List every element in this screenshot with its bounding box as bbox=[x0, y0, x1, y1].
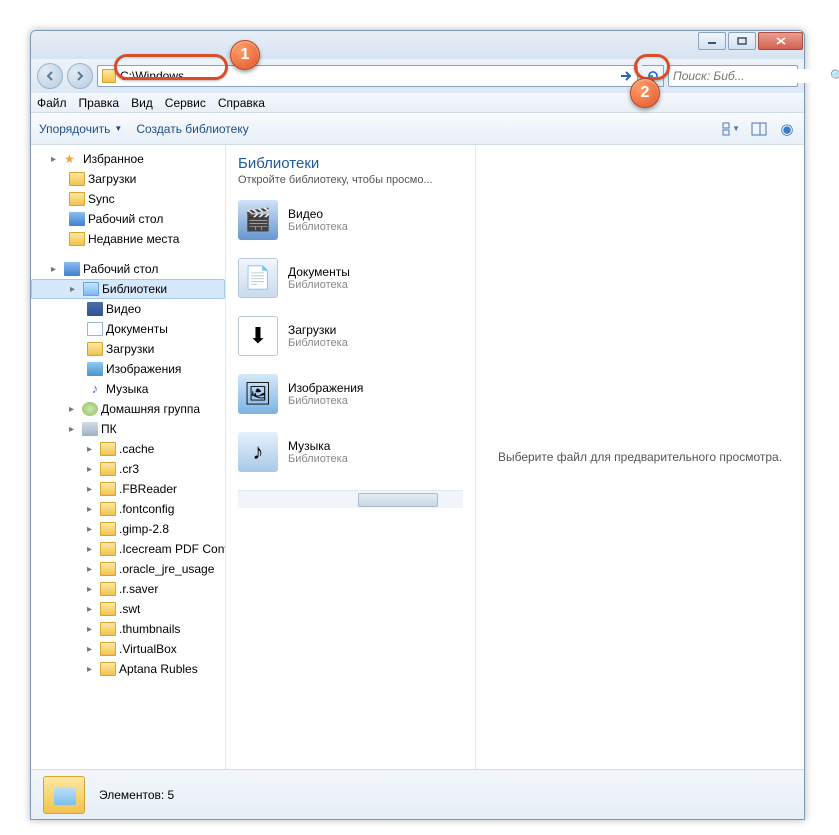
library-type: Библиотека bbox=[288, 221, 348, 233]
library-type: Библиотека bbox=[288, 453, 348, 465]
tree-folder[interactable]: ▸.FBReader bbox=[31, 479, 225, 499]
address-bar[interactable] bbox=[97, 65, 638, 87]
preview-pane: Выберите файл для предварительного просм… bbox=[476, 145, 804, 769]
library-item[interactable]: 🖼 ИзображенияБиблиотека bbox=[238, 374, 463, 414]
tree-desktop-root[interactable]: ▸Рабочий стол bbox=[31, 259, 225, 279]
tree-sync[interactable]: Sync bbox=[31, 189, 225, 209]
nav-row: 🔍 bbox=[31, 59, 804, 93]
minimize-button[interactable] bbox=[698, 32, 726, 50]
tree-favorites[interactable]: ▸★Избранное bbox=[31, 149, 225, 169]
close-button[interactable] bbox=[758, 32, 803, 50]
search-icon: 🔍 bbox=[830, 69, 839, 83]
tree-folder[interactable]: ▸.VirtualBox bbox=[31, 639, 225, 659]
library-name: Музыка bbox=[288, 439, 348, 453]
preview-empty-text: Выберите файл для предварительного просм… bbox=[498, 450, 782, 464]
nav-tree[interactable]: ▸★Избранное Загрузки Sync Рабочий стол Н… bbox=[31, 145, 226, 769]
menu-file[interactable]: Файл bbox=[37, 96, 67, 110]
status-folder-icon bbox=[43, 776, 85, 814]
body: ▸★Избранное Загрузки Sync Рабочий стол Н… bbox=[31, 145, 804, 769]
tree-folder[interactable]: ▸.gimp-2.8 bbox=[31, 519, 225, 539]
titlebar bbox=[31, 31, 804, 59]
menu-edit[interactable]: Правка bbox=[79, 96, 120, 110]
tree-downloads[interactable]: Загрузки bbox=[31, 169, 225, 189]
address-input[interactable] bbox=[120, 69, 613, 83]
menu-help[interactable]: Справка bbox=[218, 96, 265, 110]
tree-lib-downloads[interactable]: Загрузки bbox=[31, 339, 225, 359]
status-count: Элементов: 5 bbox=[99, 788, 174, 802]
library-name: Документы bbox=[288, 265, 350, 279]
library-item[interactable]: ⬇ ЗагрузкиБиблиотека bbox=[238, 316, 463, 356]
help-button[interactable]: ◉ bbox=[778, 120, 796, 138]
library-type: Библиотека bbox=[288, 337, 348, 349]
preview-pane-button[interactable] bbox=[750, 120, 768, 138]
tree-folder[interactable]: ▸.thumbnails bbox=[31, 619, 225, 639]
library-name: Загрузки bbox=[288, 323, 348, 337]
back-button[interactable] bbox=[37, 63, 63, 89]
tree-lib-images[interactable]: Изображения bbox=[31, 359, 225, 379]
library-name: Видео bbox=[288, 207, 348, 221]
tree-desktop[interactable]: Рабочий стол bbox=[31, 209, 225, 229]
menu-bar: Файл Правка Вид Сервис Справка bbox=[31, 93, 804, 113]
tree-pc[interactable]: ▸ПК bbox=[31, 419, 225, 439]
library-icon: 📄 bbox=[238, 258, 278, 298]
menu-view[interactable]: Вид bbox=[131, 96, 153, 110]
content-area: Библиотеки Откройте библиотеку, чтобы пр… bbox=[226, 145, 804, 769]
toolbar: Упорядочить ▼ Создать библиотеку ▼ ◉ bbox=[31, 113, 804, 145]
create-library-button[interactable]: Создать библиотеку bbox=[136, 122, 248, 136]
libraries-list: Библиотеки Откройте библиотеку, чтобы пр… bbox=[226, 145, 476, 769]
horizontal-scrollbar[interactable] bbox=[238, 490, 463, 508]
tree-homegroup[interactable]: ▸Домашняя группа bbox=[31, 399, 225, 419]
library-item[interactable]: ♪ МузыкаБиблиотека bbox=[238, 432, 463, 472]
tree-folder[interactable]: ▸.swt bbox=[31, 599, 225, 619]
content-subtitle: Откройте библиотеку, чтобы просмо... bbox=[238, 174, 463, 186]
tree-lib-music[interactable]: ♪Музыка bbox=[31, 379, 225, 399]
tree-folder[interactable]: ▸.r.saver bbox=[31, 579, 225, 599]
tree-libraries[interactable]: ▸Библиотеки bbox=[31, 279, 225, 299]
tree-folder[interactable]: ▸Aptana Rubles bbox=[31, 659, 225, 679]
library-item[interactable]: 🎬 ВидеоБиблиотека bbox=[238, 200, 463, 240]
tree-lib-video[interactable]: Видео bbox=[31, 299, 225, 319]
library-item[interactable]: 📄 ДокументыБиблиотека bbox=[238, 258, 463, 298]
view-mode-button[interactable]: ▼ bbox=[722, 120, 740, 138]
tree-folder[interactable]: ▸.cr3 bbox=[31, 459, 225, 479]
content-title: Библиотеки bbox=[238, 155, 463, 172]
tree-folder[interactable]: ▸.cache bbox=[31, 439, 225, 459]
library-icon: 🎬 bbox=[238, 200, 278, 240]
maximize-button[interactable] bbox=[728, 32, 756, 50]
tree-folder[interactable]: ▸.fontconfig bbox=[31, 499, 225, 519]
tree-folder[interactable]: ▸.Icecream PDF Conv bbox=[31, 539, 225, 559]
status-bar: Элементов: 5 bbox=[31, 769, 804, 819]
library-icon: ⬇ bbox=[238, 316, 278, 356]
tree-lib-documents[interactable]: Документы bbox=[31, 319, 225, 339]
callout-1: 1 bbox=[230, 40, 260, 70]
forward-button[interactable] bbox=[67, 63, 93, 89]
search-box[interactable]: 🔍 bbox=[668, 65, 798, 87]
tree-folder[interactable]: ▸.oracle_jre_usage bbox=[31, 559, 225, 579]
library-icon: 🖼 bbox=[238, 374, 278, 414]
tree-recent[interactable]: Недавние места bbox=[31, 229, 225, 249]
menu-service[interactable]: Сервис bbox=[165, 96, 206, 110]
library-name: Изображения bbox=[288, 381, 363, 395]
callout-2: 2 bbox=[630, 78, 660, 108]
library-type: Библиотека bbox=[288, 279, 350, 291]
search-input[interactable] bbox=[673, 69, 830, 83]
library-icon: ♪ bbox=[238, 432, 278, 472]
library-type: Библиотека bbox=[288, 395, 363, 407]
explorer-window: 🔍 Файл Правка Вид Сервис Справка Упорядо… bbox=[30, 30, 805, 820]
go-button[interactable] bbox=[617, 67, 635, 85]
organize-button[interactable]: Упорядочить ▼ bbox=[39, 122, 122, 136]
folder-icon bbox=[102, 69, 116, 83]
